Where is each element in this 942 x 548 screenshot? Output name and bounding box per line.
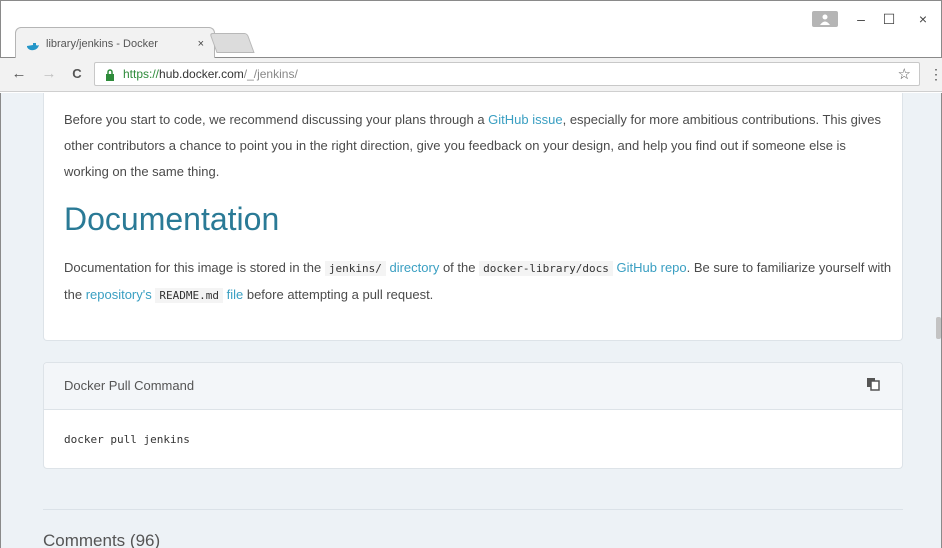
lock-icon — [105, 68, 115, 81]
docker-whale-icon — [26, 39, 40, 50]
section-divider — [43, 509, 903, 510]
file-link[interactable]: file — [227, 287, 244, 302]
browser-titlebar: library/jenkins - Docker × – ☐ × — [0, 0, 942, 59]
documentation-heading: Documentation — [64, 201, 280, 237]
contributing-paragraph: Before you start to code, we recommend d… — [64, 112, 881, 179]
readme-code: README.md — [155, 288, 223, 303]
reload-button[interactable]: C — [68, 66, 86, 81]
pull-command-title: Docker Pull Command — [64, 378, 195, 393]
jenkins-dir-code: jenkins/ — [324, 261, 386, 276]
forward-button[interactable]: → — [40, 65, 58, 82]
repositorys-link[interactable]: repository's — [86, 287, 152, 302]
user-icon[interactable] — [812, 11, 838, 27]
scrollbar-thumb[interactable] — [936, 317, 941, 339]
address-bar[interactable]: https://hub.docker.com/_/jenkins/ ☆ — [94, 62, 920, 86]
github-issue-link[interactable]: GitHub issue — [488, 112, 562, 127]
browser-tab[interactable]: library/jenkins - Docker × — [15, 27, 215, 59]
documentation-paragraph: Documentation for this image is stored i… — [64, 260, 892, 303]
docs-repo-code: docker-library/docs — [479, 261, 613, 276]
readme-card: Before you start to code, we recommend d… — [43, 93, 903, 341]
tab-close-button[interactable]: × — [198, 38, 204, 50]
new-tab-button[interactable] — [209, 33, 255, 53]
pull-command-text[interactable]: docker pull jenkins — [64, 433, 190, 446]
back-button[interactable]: ← — [10, 65, 28, 82]
comments-heading: Comments (96) — [43, 531, 161, 548]
tab-title: library/jenkins - Docker — [46, 37, 158, 50]
star-icon[interactable]: ☆ — [898, 65, 911, 83]
pull-command-header: Docker Pull Command — [44, 363, 902, 410]
browser-toolbar: ← → C https://hub.docker.com/_/jenkins/ … — [0, 58, 942, 92]
close-window-button[interactable]: × — [911, 11, 935, 27]
url-text: https://hub.docker.com/_/jenkins/ — [123, 67, 298, 81]
directory-link[interactable]: directory — [389, 260, 439, 275]
copy-icon[interactable] — [866, 377, 880, 396]
menu-icon[interactable]: ⋮ — [929, 66, 942, 83]
minimize-button[interactable]: – — [849, 11, 873, 27]
pull-command-card: Docker Pull Command docker pull jenkins — [43, 362, 903, 469]
maximize-button[interactable]: ☐ — [877, 11, 901, 28]
github-repo-link[interactable]: GitHub repo — [617, 260, 687, 275]
page-content: Before you start to code, we recommend d… — [0, 93, 942, 548]
